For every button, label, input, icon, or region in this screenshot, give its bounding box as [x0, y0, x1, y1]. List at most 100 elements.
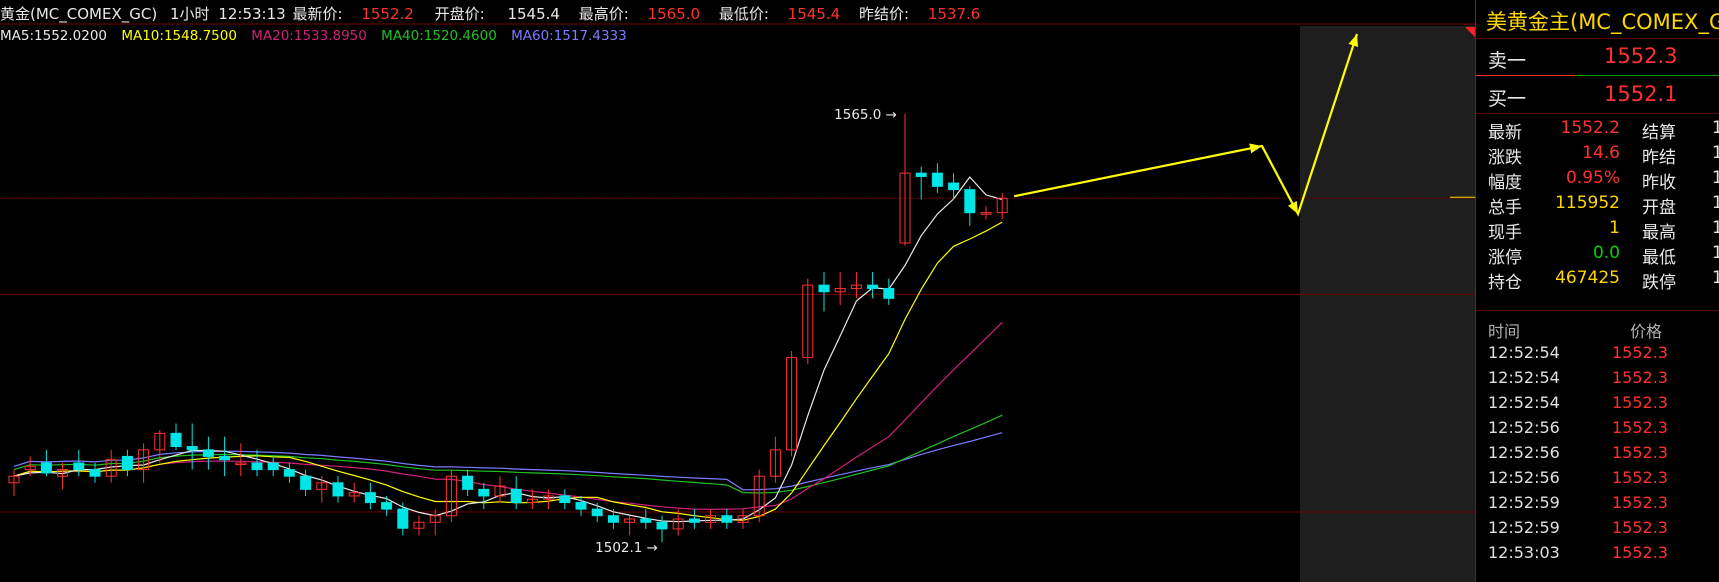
tick-time: 12:52:56 — [1488, 443, 1560, 462]
ma10-line — [13, 221, 1003, 521]
stat-label: 最低 — [1642, 248, 1676, 268]
ma-legend: MA5:1552.0200 MA10:1548.7500 MA20:1533.8… — [0, 26, 637, 46]
stat-value: 1 — [1712, 193, 1719, 213]
tick-row: 12:52:54 1552.3 — [1476, 393, 1719, 418]
tick-row: 12:52:54 1552.3 — [1476, 368, 1719, 393]
tick-price: 1552.3 — [1612, 543, 1668, 562]
candle-down — [121, 455, 133, 471]
stat-value: 1 — [1712, 118, 1719, 138]
latest-price-label: 最新价: — [292, 5, 343, 23]
quote-panel: 美黄金主(MC_COMEX_GC) 卖一 1552.3 买一 1552.1 最新… — [1475, 0, 1719, 582]
candle-down — [364, 492, 376, 504]
candle-down — [607, 515, 619, 523]
candle-down — [186, 446, 198, 451]
tick-row: 12:52:59 1552.3 — [1476, 493, 1719, 518]
tick-price: 1552.3 — [1612, 518, 1668, 537]
stat-value: 0.0 — [1592, 243, 1620, 263]
candle-down — [202, 449, 214, 457]
stat-row: 持仓 467425 跌停 1 — [1476, 268, 1719, 293]
stat-value: 1 — [1712, 243, 1719, 263]
tick-time-header: 时间 — [1488, 322, 1521, 341]
open-price-value: 1545.4 — [507, 5, 560, 23]
high-price-marker: 1565.0 → — [834, 107, 897, 123]
future-region — [1300, 26, 1475, 582]
tick-header: 时间 价格 — [1476, 316, 1719, 342]
candle-down — [478, 488, 490, 497]
stat-row: 最新 1552.2 结算 1 — [1476, 118, 1719, 143]
open-price-label: 开盘价: — [434, 5, 485, 23]
candle-down — [219, 455, 231, 461]
tick-row: 12:52:56 1552.3 — [1476, 468, 1719, 493]
prev-settle-value: 1537.6 — [927, 5, 981, 23]
divider — [1476, 113, 1719, 114]
stat-label: 持仓 — [1488, 273, 1522, 293]
time-label: 12:53:13 — [218, 5, 286, 23]
candle-down — [283, 469, 295, 477]
trading-app: 1565.0 → 1502.1 → 黄金(MC_COMEX_GC) 1小时 12:… — [0, 0, 1719, 582]
tick-price: 1552.3 — [1612, 393, 1668, 412]
prev-settle-label: 昨结价: — [858, 5, 910, 23]
tick-time: 12:52:54 — [1488, 343, 1560, 362]
ask-row[interactable]: 卖一 1552.3 — [1476, 40, 1719, 74]
stat-row: 涨停 0.0 最低 1 — [1476, 243, 1719, 268]
stat-label: 涨跌 — [1488, 148, 1522, 168]
stat-label: 总手 — [1488, 198, 1522, 218]
period-label[interactable]: 1小时 — [170, 3, 210, 25]
stat-label: 昨结 — [1642, 148, 1676, 168]
ma40-label: MA40:1520.4600 — [381, 28, 497, 44]
tick-time: 12:52:54 — [1488, 393, 1560, 412]
stat-value: 14.6 — [1582, 143, 1620, 163]
latest-price-value: 1552.2 — [361, 5, 414, 23]
candle-down — [381, 502, 393, 510]
ma60-label: MA60:1517.4333 — [511, 28, 627, 44]
high-price-value: 1565.0 — [647, 5, 701, 23]
ask-price: 1552.3 — [1604, 44, 1678, 68]
tick-time: 12:52:56 — [1488, 418, 1560, 437]
kline-chart[interactable]: 1565.0 → 1502.1 → — [0, 0, 1475, 582]
stat-label: 昨收 — [1642, 173, 1676, 193]
candles — [8, 113, 1008, 543]
stat-value: 1 — [1712, 218, 1719, 238]
stat-value: 467425 — [1555, 268, 1620, 288]
bid-volume-bar — [1476, 75, 1576, 76]
tick-time: 12:52:59 — [1488, 518, 1560, 537]
stat-row: 幅度 0.95% 昨收 1 — [1476, 168, 1719, 193]
bid-row[interactable]: 买一 1552.1 — [1476, 78, 1719, 112]
ma5-line — [13, 176, 1003, 523]
divider — [1476, 310, 1719, 311]
tick-price: 1552.3 — [1612, 368, 1668, 387]
forecast-arrowhead — [1249, 143, 1262, 154]
chart-grid — [0, 23, 1475, 582]
tick-time: 12:52:56 — [1488, 468, 1560, 487]
candle-down — [73, 462, 85, 471]
bid-label: 买一 — [1488, 88, 1527, 110]
kline-chart-panel[interactable]: 1565.0 → 1502.1 → 黄金(MC_COMEX_GC) 1小时 12:… — [0, 0, 1475, 582]
stat-value: 1 — [1712, 168, 1719, 188]
candle-down — [688, 518, 700, 523]
candle-down — [40, 462, 52, 474]
tick-row: 12:52:56 1552.3 — [1476, 418, 1719, 443]
tick-price: 1552.3 — [1612, 343, 1668, 362]
stat-row: 总手 115952 开盘 1 — [1476, 193, 1719, 218]
stat-value: 1 — [1609, 218, 1620, 238]
candle-down — [931, 172, 943, 187]
candle-down — [640, 518, 652, 523]
quote-title: 美黄金主(MC_COMEX_GC) — [1486, 10, 1719, 34]
ma20-label: MA20:1533.8950 — [251, 28, 367, 44]
tick-price: 1552.3 — [1612, 468, 1668, 487]
ma60-line — [13, 432, 1003, 491]
tick-price: 1552.3 — [1612, 418, 1668, 437]
tick-row: 12:52:56 1552.3 — [1476, 443, 1719, 468]
candle-down — [964, 189, 976, 214]
candle-down — [883, 287, 895, 299]
stat-value: 1 — [1712, 268, 1719, 288]
candle-down — [510, 488, 522, 504]
symbol-label: 黄金(MC_COMEX_GC) — [0, 5, 158, 23]
candle-down — [915, 172, 927, 177]
stat-label: 幅度 — [1488, 173, 1522, 193]
ma10-label: MA10:1548.7500 — [121, 28, 237, 44]
candle-down — [656, 521, 668, 530]
candle-down — [251, 462, 263, 471]
stat-label: 最新 — [1488, 123, 1522, 143]
low-price-marker: 1502.1 → — [595, 540, 658, 556]
